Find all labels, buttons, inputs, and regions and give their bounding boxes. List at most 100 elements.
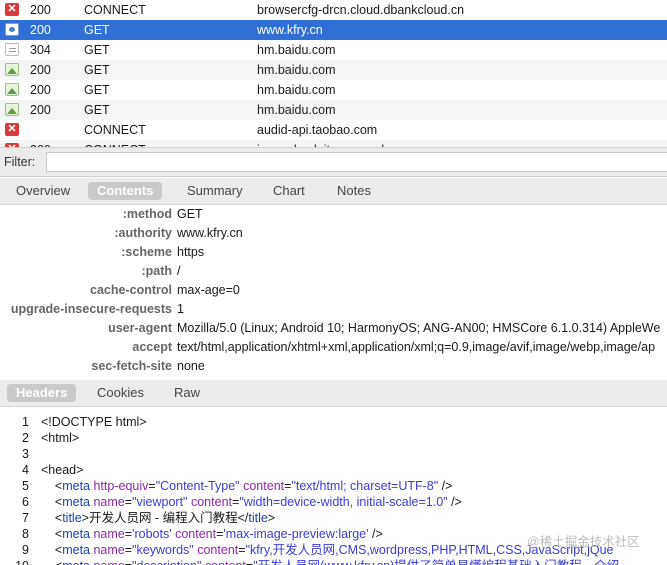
line-number: 9: [22, 543, 29, 557]
request-row[interactable]: 200 GET hm.baidu.com: [0, 60, 667, 80]
tab-headers[interactable]: Headers: [7, 384, 77, 402]
webpage-icon: [5, 23, 19, 36]
code-token: name: [93, 527, 125, 541]
code-token: title: [62, 511, 82, 525]
code-token: >: [267, 511, 276, 525]
line-number: 1: [22, 415, 29, 429]
line-number: 2: [22, 431, 29, 445]
code-token: <: [41, 495, 63, 509]
line-number: 10: [0, 558, 29, 565]
code-token: =: [124, 495, 133, 509]
header-value: https: [177, 245, 205, 259]
code-token: =: [148, 479, 156, 493]
header-value: GET: [177, 207, 203, 221]
request-host: browsercfg-drcn.cloud.dbankcloud.cn: [257, 3, 465, 17]
code-token: =: [124, 543, 133, 557]
status-code: 200: [30, 140, 51, 147]
request-row[interactable]: ✕ CONNECT audid-api.taobao.com: [0, 120, 667, 140]
tab-notes[interactable]: Notes: [328, 182, 380, 200]
header-row: :path /: [0, 262, 667, 281]
filter-input[interactable]: [46, 152, 667, 172]
header-name: :scheme: [121, 245, 172, 259]
header-value: Mozilla/5.0 (Linux; Android 10; HarmonyO…: [177, 321, 661, 335]
code-token: "keywords": [132, 543, 194, 557]
code-token: =: [125, 559, 132, 565]
code-token: name: [93, 559, 124, 565]
error-icon: ✕: [5, 3, 19, 16]
header-name: sec-fetch-site: [91, 359, 172, 373]
request-row[interactable]: 304 GET hm.baidu.com: [0, 40, 667, 60]
code-token: http-equiv: [93, 479, 149, 493]
line-number: 7: [22, 511, 29, 525]
line-number: 8: [22, 527, 29, 541]
request-method: CONNECT: [84, 3, 146, 17]
status-code: 200: [30, 3, 51, 17]
code-token: "Content-Type": [155, 479, 240, 493]
request-method: CONNECT: [84, 140, 146, 147]
header-value: text/html,application/xhtml+xml,applicat…: [177, 340, 656, 354]
request-list[interactable]: ✕ 200 CONNECT browsercfg-drcn.cloud.dbankcl…: [0, 0, 667, 147]
request-method: CONNECT: [84, 123, 146, 137]
source-code: <title>开发人员网 - 编程入门教程</title>: [41, 510, 275, 526]
code-token: 'max-image-preview:large': [223, 527, 369, 541]
source-code: <meta name="description" content="开发人员网(…: [41, 558, 619, 565]
request-host: audid-api.taobao.com: [257, 123, 378, 137]
request-host: hm.baidu.com: [257, 103, 336, 117]
request-row[interactable]: 200 GET hm.baidu.com: [0, 100, 667, 120]
status-code: 200: [30, 63, 51, 77]
header-value: max-age=0: [177, 283, 240, 297]
code-token: "description": [132, 559, 201, 565]
filter-label: Filter:: [4, 155, 36, 169]
header-row: sec-fetch-site none: [0, 357, 667, 376]
code-token: meta: [62, 559, 90, 565]
request-host: hm.baidu.com: [257, 83, 336, 97]
header-value: none: [177, 359, 205, 373]
header-value: www.kfry.cn: [177, 226, 243, 240]
header-name: user-agent: [108, 321, 172, 335]
detail-tab-bar: Overview Contents Summary Chart Notes: [0, 178, 667, 205]
request-row[interactable]: 200 GET www.kfry.cn: [0, 20, 667, 40]
code-token: "开发人员网(www.kfry.cn)提供了简单易懂编程基础入门教程，介绍: [253, 559, 619, 565]
tab-cookies[interactable]: Cookies: [88, 384, 153, 402]
line-number: 5: [22, 479, 29, 493]
line-number: 4: [22, 463, 29, 477]
request-row[interactable]: ✕ 200 CONNECT browsercfg-drcn.cloud.dbankcl…: [0, 0, 667, 20]
code-token: <: [41, 559, 62, 565]
tab-chart[interactable]: Chart: [264, 182, 314, 200]
request-host: inappcheck.itunes.apple.com: [257, 140, 418, 147]
code-token: <: [41, 511, 63, 525]
document-icon: [5, 43, 19, 56]
header-row: :authority www.kfry.cn: [0, 224, 667, 243]
request-row[interactable]: ✕200CONNECTinappcheck.itunes.apple.com: [0, 140, 667, 147]
request-host: hm.baidu.com: [257, 43, 336, 57]
header-name: :path: [141, 264, 172, 278]
request-method: GET: [84, 43, 110, 57]
code-token: meta: [62, 495, 90, 509]
code-token: content: [175, 527, 217, 541]
code-token: "text/html; charset=UTF-8": [291, 479, 439, 493]
error-icon: ✕: [5, 123, 19, 136]
code-token: "width=device-width, initial-scale=1.0": [239, 495, 448, 509]
request-method: GET: [84, 103, 110, 117]
code-token: <!DOCTYPE html>: [41, 415, 147, 429]
code-token: meta: [62, 527, 90, 541]
code-token: content: [190, 495, 232, 509]
tab-overview[interactable]: Overview: [7, 182, 79, 200]
code-token: content: [243, 479, 285, 493]
code-token: content: [205, 559, 246, 565]
tab-summary[interactable]: Summary: [178, 182, 252, 200]
request-row[interactable]: 200 GET hm.baidu.com: [0, 80, 667, 100]
code-token: />: [447, 495, 462, 509]
code-token: <: [41, 543, 63, 557]
request-method: GET: [84, 63, 110, 77]
request-host: www.kfry.cn: [257, 23, 323, 37]
header-value: /: [177, 264, 181, 278]
code-token: name: [93, 495, 125, 509]
source-code: <!DOCTYPE html>: [41, 414, 147, 430]
code-token: =: [124, 527, 133, 541]
code-token: =: [238, 543, 246, 557]
tab-contents[interactable]: Contents: [88, 182, 163, 200]
code-token: 'robots': [132, 527, 172, 541]
code-token: />: [438, 479, 453, 493]
tab-raw[interactable]: Raw: [165, 384, 209, 402]
